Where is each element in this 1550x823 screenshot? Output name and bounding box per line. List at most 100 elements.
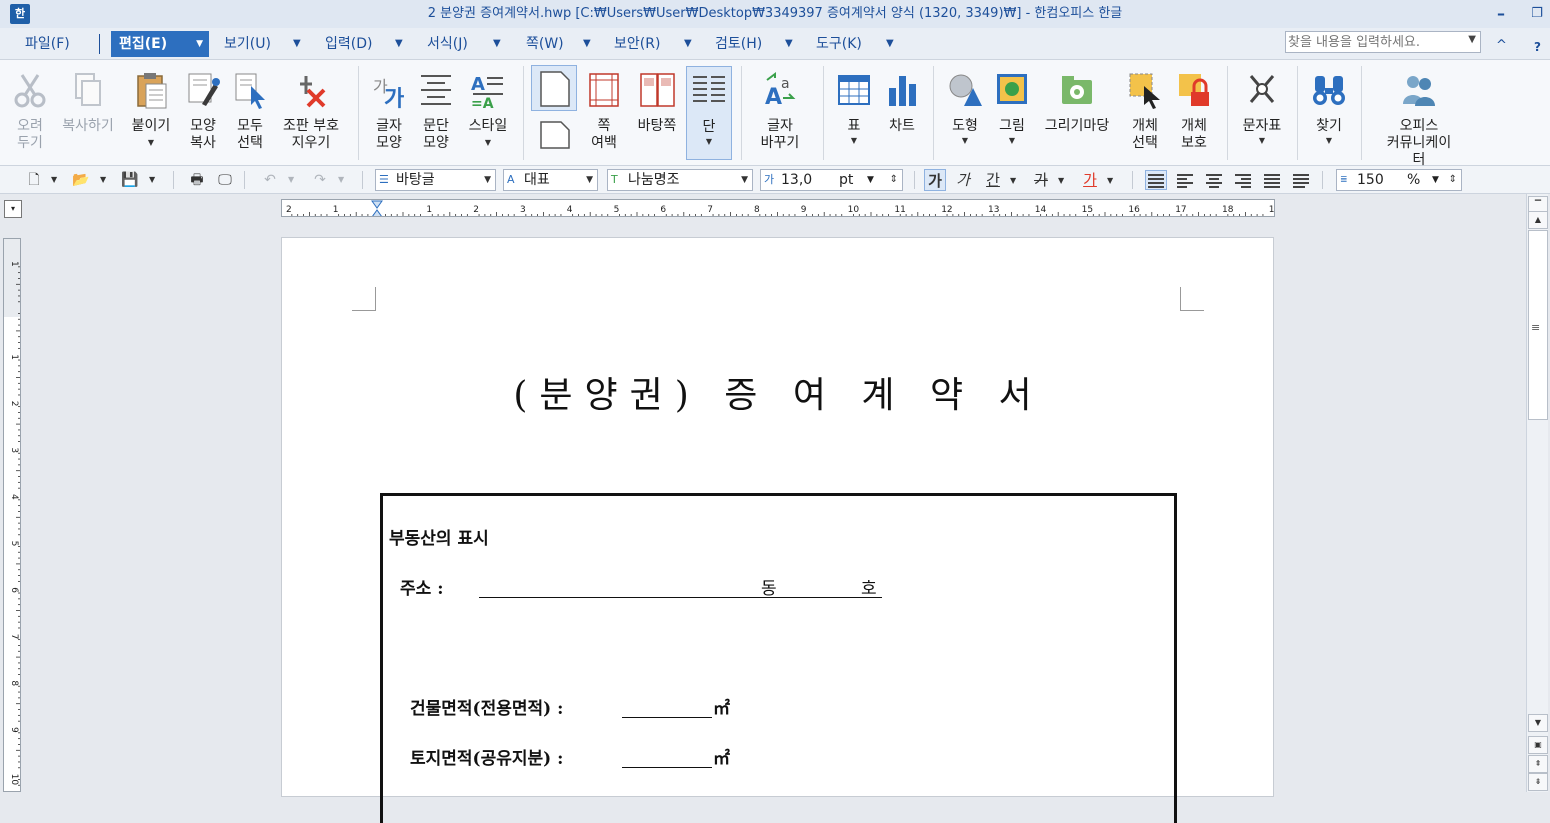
chart-button[interactable]: 차트	[875, 66, 929, 162]
chevron-down-icon[interactable]: ▼	[100, 170, 106, 190]
save-icon[interactable]: 💾	[120, 170, 140, 190]
chevron-down-icon[interactable]: ▼	[684, 31, 692, 57]
chevron-down-icon[interactable]: ▼	[1010, 171, 1016, 191]
font-size-select[interactable]: 가 13,0 pt ▼ ⇕	[760, 169, 903, 191]
land-area-field[interactable]	[622, 752, 712, 768]
menu-review[interactable]: 검토(H)	[715, 31, 762, 57]
zoom-select[interactable]: ≣ 150 % ▼ ⇕	[1336, 169, 1462, 191]
cut-button[interactable]: 오려 두기	[3, 66, 57, 162]
chevron-down-icon[interactable]: ▼	[493, 31, 501, 57]
chevron-down-icon[interactable]: ▼	[288, 170, 294, 190]
ribbon-divider	[741, 66, 742, 160]
ruler-label: 6	[660, 205, 666, 215]
svg-text:가: 가	[384, 87, 404, 110]
shapes-icon	[949, 74, 982, 106]
paragraph-shape-button[interactable]: 문단 모양	[409, 66, 463, 162]
picture-button[interactable]: 그림 ▼	[985, 66, 1039, 162]
indent-marker[interactable]	[371, 200, 383, 217]
chevron-down-icon: ▼	[961, 136, 969, 145]
page-view-button[interactable]	[531, 65, 577, 111]
font-select[interactable]: T 나눔명조 ▼	[607, 169, 753, 191]
language-select[interactable]: A 대표 ▼	[503, 169, 598, 191]
strikethrough-button[interactable]: 가	[1030, 169, 1052, 191]
collapse-ribbon-button[interactable]: ^	[1496, 38, 1507, 53]
select-all-button[interactable]: 모두 선택	[223, 66, 277, 162]
find-button[interactable]: 찾기 ▼	[1302, 66, 1356, 162]
search-input[interactable]	[1288, 33, 1460, 51]
align-right-icon[interactable]	[1233, 171, 1253, 189]
chevron-down-icon[interactable]: ▼	[583, 31, 591, 57]
menu-insert[interactable]: 입력(D)	[325, 31, 372, 57]
chevron-down-icon[interactable]: ▼	[293, 31, 301, 57]
view-mode-icon[interactable]: ▣	[1528, 736, 1548, 754]
align-justify-icon[interactable]	[1145, 170, 1167, 190]
restore-button[interactable]: ❐	[1526, 2, 1548, 26]
table-button[interactable]: 표 ▼	[827, 66, 881, 162]
master-page-button[interactable]: 바탕쪽	[630, 66, 684, 162]
align-divide-icon[interactable]	[1291, 171, 1311, 189]
chevron-down-icon[interactable]: ▼	[149, 170, 155, 190]
symbol-button[interactable]: 문자표 ▼	[1235, 66, 1289, 162]
bold-button[interactable]: 가	[924, 169, 946, 191]
print-preview-icon[interactable]: 🖵	[215, 170, 235, 190]
align-left-icon[interactable]	[1175, 171, 1195, 189]
chevron-down-icon[interactable]: ▼	[886, 31, 894, 57]
help-button[interactable]: ?	[1534, 40, 1541, 54]
app-logo-icon[interactable]: 한	[10, 4, 30, 24]
chevron-down-icon[interactable]: ▼	[338, 170, 344, 190]
scroll-down-icon[interactable]: ▼	[1528, 714, 1548, 732]
document-page[interactable]: (분양권) 증 여 계 약 서 부동산의 표시 주소 : 동 호 건물면적(전용…	[281, 237, 1274, 823]
chevron-down-icon[interactable]: ▼	[1107, 171, 1113, 191]
style-button[interactable]: A =A 스타일 ▼	[461, 66, 515, 162]
symbol-icon	[1249, 75, 1275, 103]
menu-view[interactable]: 보기(U)	[224, 31, 271, 57]
picture-icon	[997, 74, 1027, 104]
columns-button[interactable]: 단 ▼	[686, 66, 732, 160]
ruler-toggle-button[interactable]: ▾	[4, 200, 22, 218]
clipart-button[interactable]: 그리기마당	[1045, 66, 1109, 162]
minimize-button[interactable]: –	[1490, 2, 1512, 26]
menu-file[interactable]: 파일(F)	[25, 31, 70, 57]
chevron-down-icon[interactable]: ▼	[1058, 171, 1064, 191]
open-folder-icon[interactable]: 📂	[71, 170, 91, 190]
print-icon[interactable]: 🖶	[187, 170, 207, 190]
object-protect-button[interactable]: 개체 보호	[1167, 66, 1221, 162]
address-field[interactable]	[479, 582, 882, 598]
menu-format[interactable]: 서식(J)	[427, 31, 468, 57]
ruler-label: 8	[9, 680, 19, 686]
vertical-scrollbar[interactable]: ▔ ▲ ≡ ▼ ▣ ⇞ ⇟	[1526, 194, 1548, 792]
align-distribute-icon[interactable]	[1262, 171, 1282, 189]
shapes-button[interactable]: 도형 ▼	[938, 66, 992, 162]
menu-page[interactable]: 쪽(W)	[526, 31, 564, 57]
menu-security[interactable]: 보안(R)	[614, 31, 660, 57]
copy-button[interactable]: 복사하기	[62, 66, 114, 162]
columns-icon	[693, 76, 725, 102]
scroll-up-icon[interactable]: ▲	[1528, 211, 1548, 229]
underline-button[interactable]: 간	[982, 169, 1004, 191]
office-communicator-button[interactable]: 오피스 커뮤니케이터	[1387, 66, 1451, 168]
page-margin-button[interactable]: 쪽 여백	[577, 66, 631, 162]
next-page-icon[interactable]: ⇟	[1528, 773, 1548, 791]
previous-page-icon[interactable]: ⇞	[1528, 755, 1548, 773]
italic-button[interactable]: 가	[952, 169, 974, 191]
chevron-down-icon[interactable]: ▼	[395, 31, 403, 57]
menu-edit[interactable]: 편집(E) ▼	[111, 31, 209, 57]
menu-edit-label: 편집(E)	[119, 36, 168, 52]
redo-icon[interactable]: ↷	[310, 170, 330, 190]
chevron-down-icon[interactable]: ▼	[1468, 34, 1476, 45]
clear-formatting-button[interactable]: 조판 부호 지우기	[283, 66, 339, 162]
align-center-icon[interactable]	[1204, 171, 1224, 189]
page-icon	[540, 121, 570, 149]
horizontal-ruler[interactable]: 2112345678910111213141516171819	[281, 199, 1275, 217]
change-case-button[interactable]: Aa 글자 바꾸기	[753, 66, 807, 162]
menu-tools[interactable]: 도구(K)	[816, 31, 862, 57]
ruler-margin-shade	[4, 239, 20, 317]
undo-icon[interactable]: ↶	[260, 170, 280, 190]
font-color-button[interactable]: 가	[1079, 169, 1101, 191]
style-select[interactable]: ☰ 바탕글 ▼	[375, 169, 496, 191]
new-document-icon[interactable]: 🗋	[24, 170, 44, 190]
chevron-down-icon[interactable]: ▼	[785, 31, 793, 57]
building-area-field[interactable]	[622, 702, 712, 718]
vertical-ruler[interactable]: 1 1 2 3 4 5 6 7 8 9 10	[3, 238, 21, 792]
chevron-down-icon[interactable]: ▼	[51, 170, 57, 190]
